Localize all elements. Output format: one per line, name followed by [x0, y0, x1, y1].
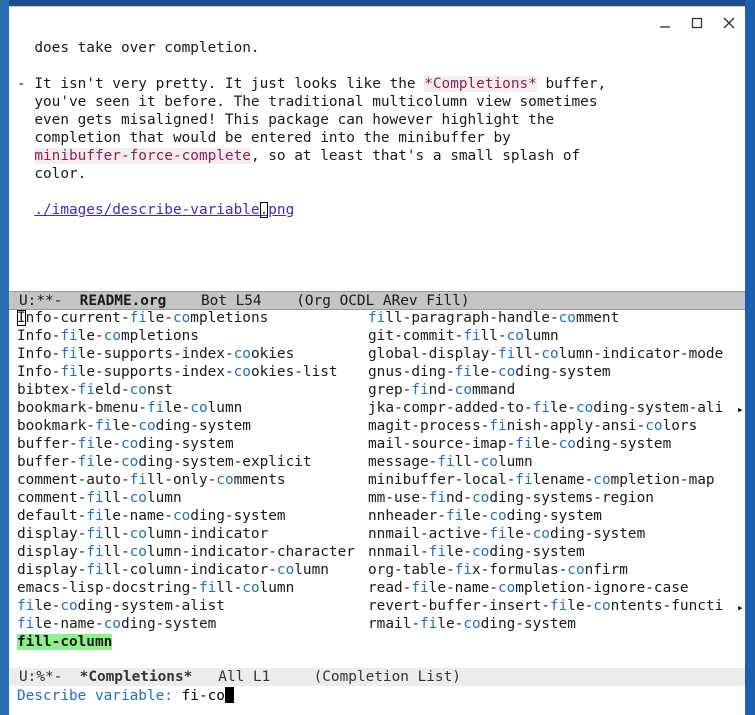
minimize-icon[interactable]: [655, 13, 675, 33]
minibuffer[interactable]: Describe variable: fi-co: [17, 687, 234, 705]
function-ref: minibuffer-force-complete: [34, 148, 251, 164]
truncation-arrow-icon: ▸: [737, 403, 744, 416]
buffer-line: completion that would be entered into th…: [34, 130, 511, 146]
completion-candidate[interactable]: fill-paragraph-handle-comment: [368, 309, 619, 327]
title-bar: [9, 7, 745, 40]
buffer-line: even gets misaligned! This package can h…: [34, 112, 555, 128]
buffer-line: color.: [34, 166, 87, 182]
completion-candidate[interactable]: magit-process-finish-apply-ansi-colors: [368, 417, 697, 435]
completion-candidate[interactable]: default-file-name-coding-system: [17, 507, 286, 525]
desktop-right-edge: [745, 0, 755, 715]
completion-candidate[interactable]: Info-file-supports-index-cookies-list: [17, 363, 338, 381]
completion-candidate[interactable]: rmail-file-coding-system: [368, 615, 576, 633]
completion-candidate[interactable]: file-coding-system-alist: [17, 597, 225, 615]
completions-buffer-ref: *Completions*: [424, 76, 537, 92]
completion-candidate[interactable]: comment-fill-column: [17, 489, 182, 507]
completion-candidate[interactable]: minibuffer-local-filename-completion-map: [368, 471, 715, 489]
completion-candidate[interactable]: global-display-fill-column-indicator-mod…: [368, 345, 723, 363]
completion-candidate[interactable]: revert-buffer-insert-file-contents-funct…: [368, 597, 723, 615]
buffer-line: ./images/describe-variable.png: [17, 201, 294, 219]
close-icon[interactable]: [719, 13, 739, 33]
completion-candidate[interactable]: file-name-coding-system: [17, 615, 216, 633]
minibuffer-input[interactable]: fi-co: [182, 688, 225, 704]
completion-candidate[interactable]: Info-file-completions: [17, 327, 199, 345]
buffer-line: does take over completion.: [34, 40, 260, 56]
point-cursor: .: [259, 202, 269, 218]
maximize-icon[interactable]: [687, 13, 707, 33]
image-link[interactable]: ./images/describe-variable.png: [34, 202, 294, 218]
completion-candidate[interactable]: buffer-file-coding-system: [17, 435, 234, 453]
completion-candidate[interactable]: message-fill-column: [368, 453, 533, 471]
completion-candidate[interactable]: emacs-lisp-docstring-fill-column: [17, 579, 294, 597]
emacs-window: does take over completion. - It isn't ve…: [9, 6, 745, 715]
completion-candidate[interactable]: bookmark-file-coding-system: [17, 417, 251, 435]
desktop-left-edge: [0, 0, 9, 715]
completion-candidate[interactable]: display-fill-column-indicator: [17, 525, 268, 543]
text-caret: [224, 687, 234, 703]
completion-candidate[interactable]: gnus-ding-file-coding-system: [368, 363, 611, 381]
completion-candidate[interactable]: read-file-name-completion-ignore-case: [368, 579, 689, 597]
completion-candidate[interactable]: display-fill-column-indicator-column: [17, 561, 329, 579]
completion-candidate[interactable]: nnmail-active-file-coding-system: [368, 525, 645, 543]
selected-completion[interactable]: fill-column: [17, 633, 113, 651]
completions-cursor: I: [17, 310, 26, 326]
completion-candidate[interactable]: git-commit-fill-column: [368, 327, 559, 345]
completion-candidate[interactable]: buffer-file-coding-system-explicit: [17, 453, 312, 471]
completion-candidate[interactable]: bookmark-bmenu-file-column: [17, 399, 242, 417]
completion-candidate[interactable]: nnheader-file-coding-system: [368, 507, 602, 525]
completion-candidate[interactable]: comment-auto-fill-only-comments: [17, 471, 286, 489]
completion-candidate[interactable]: org-table-fix-formulas-confirm: [368, 561, 628, 579]
completion-candidate[interactable]: mm-use-find-coding-systems-region: [368, 489, 654, 507]
mode-line-readme[interactable]: U:**- README.org Bot L54 (Org OCDL ARev …: [9, 291, 745, 310]
completion-candidate[interactable]: Info-current-file-completions: [17, 309, 268, 327]
completion-candidate[interactable]: mail-source-imap-file-coding-system: [368, 435, 671, 453]
completion-candidate[interactable]: nnmail-file-coding-system: [368, 543, 585, 561]
completion-candidate[interactable]: display-fill-column-indicator-character: [17, 543, 355, 561]
truncation-arrow-icon: ▸: [737, 601, 744, 614]
completion-candidate[interactable]: jka-compr-added-to-file-coding-system-al…: [368, 399, 723, 417]
buffer-line: - It isn't very pretty. It just looks li…: [17, 76, 607, 92]
minibuffer-prompt: Describe variable:: [17, 688, 182, 704]
buffer-line: you've seen it before. The traditional m…: [34, 94, 598, 110]
mode-line-completions[interactable]: U:%*- *Completions* All L1 (Completion L…: [9, 668, 745, 686]
completion-candidate[interactable]: bibtex-field-const: [17, 381, 173, 399]
buffer-line: minibuffer-force-complete, so at least t…: [34, 148, 581, 164]
completion-candidate[interactable]: grep-find-command: [368, 381, 515, 399]
completion-candidate[interactable]: Info-file-supports-index-cookies: [17, 345, 294, 363]
